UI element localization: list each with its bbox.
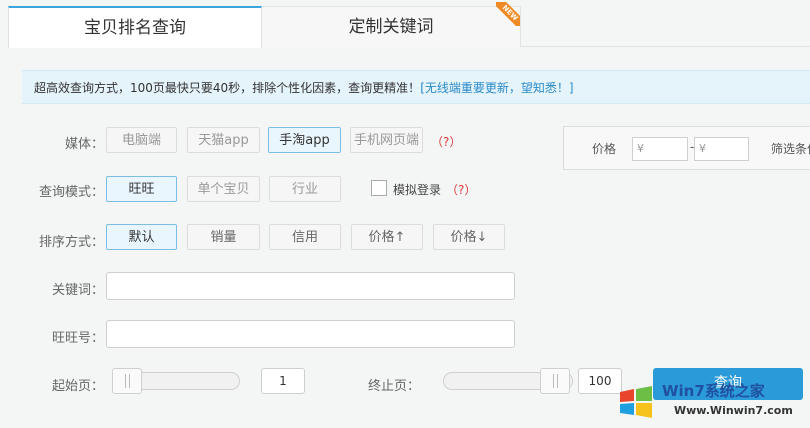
start-page-label: 起始页： <box>51 379 104 394</box>
wangwang-input[interactable] <box>106 320 515 348</box>
sort-sales[interactable]: 销量 <box>187 224 260 250</box>
media-help-icon[interactable]: （?） <box>431 133 461 150</box>
query-mode-industry[interactable]: 行业 <box>269 176 341 202</box>
query-mode-wangwang[interactable]: 旺旺 <box>106 176 177 202</box>
notice-text: 超高效查询方式，100页最快只要40秒，排除个性化因素，查询更精准！ <box>34 81 421 95</box>
price-filter-panel: 价格 ¥ - ¥ 筛选条件 <box>563 126 810 170</box>
query-mode-help-icon[interactable]: （?） <box>446 181 476 198</box>
watermark-url: Www.Winwin7.com <box>674 404 793 417</box>
sort-price-asc[interactable]: 价格↑ <box>351 224 423 250</box>
sort-price-desc[interactable]: 价格↓ <box>433 224 505 250</box>
simulate-login-label: 模拟登录 <box>393 183 442 197</box>
start-page-slider-handle[interactable] <box>112 368 142 394</box>
keyword-label: 关键词： <box>51 283 104 298</box>
notice-banner: 超高效查询方式，100页最快只要40秒，排除个性化因素，查询更精准！[无线端重要… <box>22 70 810 104</box>
sort-label: 排序方式： <box>38 235 104 250</box>
end-page-label: 终止页： <box>367 379 420 394</box>
notice-link[interactable]: [无线端重要更新，望知悉！] <box>420 81 573 95</box>
media-option-taobao-app[interactable]: 手淘app <box>268 127 341 153</box>
tab-rank-query[interactable]: 宝贝排名查询 <box>8 6 262 48</box>
windows-logo-icon <box>620 386 652 418</box>
tab-bar: 宝贝排名查询 定制关键词 NEW <box>0 0 810 48</box>
tab-divider <box>520 46 810 47</box>
start-page-input[interactable]: 1 <box>261 368 305 394</box>
new-badge: NEW <box>496 2 520 26</box>
watermark-title: Win7系统之家 <box>662 382 765 400</box>
wangwang-label: 旺旺号： <box>51 331 104 346</box>
media-option-tmall-app[interactable]: 天猫app <box>187 127 260 153</box>
sort-credit[interactable]: 信用 <box>269 224 341 250</box>
media-option-pc[interactable]: 电脑端 <box>106 127 177 153</box>
price-max-input[interactable]: ¥ <box>694 137 749 161</box>
price-label: 价格 <box>592 142 617 156</box>
end-page-slider-handle[interactable] <box>540 368 570 394</box>
sort-default[interactable]: 默认 <box>106 224 177 250</box>
media-option-mobile-web[interactable]: 手机网页端 <box>350 127 423 153</box>
media-label: 媒体： <box>64 137 104 152</box>
watermark-overlay: Win7系统之家 Www.Winwin7.com <box>612 368 810 428</box>
simulate-login-checkbox[interactable] <box>371 180 387 196</box>
filter-label: 筛选条件 <box>771 142 810 156</box>
query-mode-single-item[interactable]: 单个宝贝 <box>187 176 260 202</box>
tab-custom-keyword[interactable]: 定制关键词 <box>262 6 521 47</box>
keyword-input[interactable] <box>106 272 515 300</box>
price-min-input[interactable]: ¥ <box>632 137 688 161</box>
new-badge-label: NEW <box>496 2 520 26</box>
query-mode-label: 查询模式： <box>38 185 104 200</box>
